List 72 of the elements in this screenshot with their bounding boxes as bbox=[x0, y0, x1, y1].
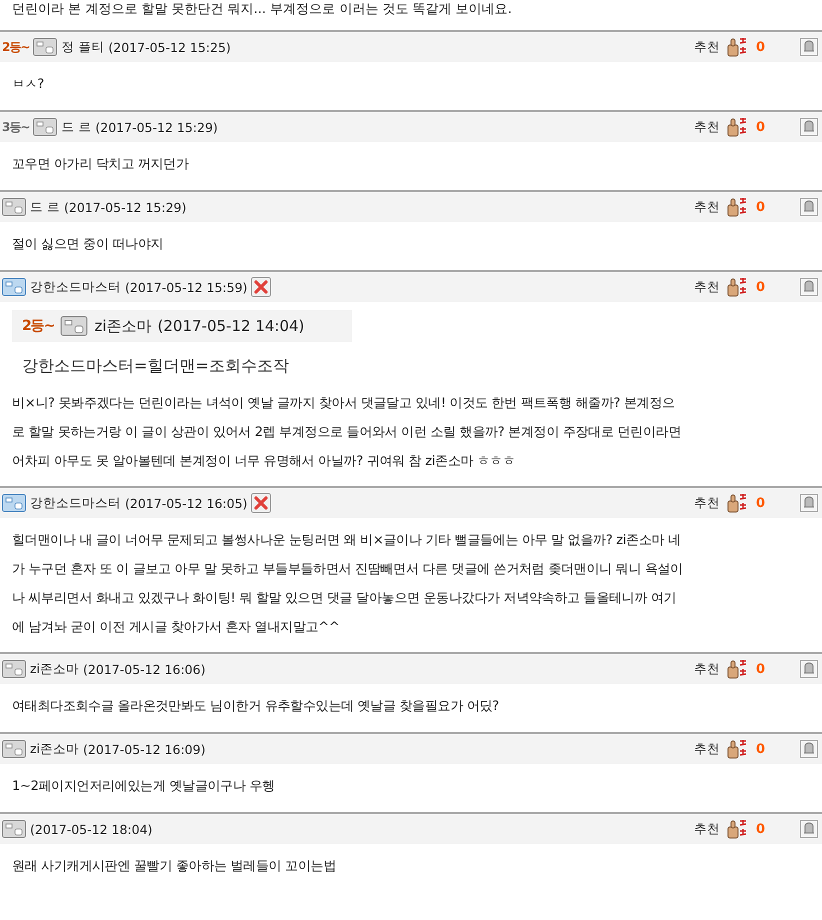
author-name[interactable]: 드 르 bbox=[30, 198, 60, 216]
author-name[interactable]: 강한소드마스터 bbox=[30, 278, 121, 296]
comment-text: 여태최다조회수글 올라온것만봐도 님이한거 유추할수있는데 옛날글 찾을필요가 어딨? bbox=[12, 698, 500, 716]
thumbs-up-icon[interactable] bbox=[726, 739, 748, 759]
author-name[interactable]: 강한소드마스터 bbox=[30, 494, 121, 512]
comment-text: 어차피 아무도 못 알아볼텐데 본계정이 너무 유명해서 아닐까? 귀여워 참 zi존소마 ㅎㅎㅎ bbox=[12, 453, 516, 471]
report-icon[interactable] bbox=[800, 118, 818, 136]
comment-date: (2017-05-12 15:29) bbox=[95, 120, 218, 134]
report-icon[interactable] bbox=[800, 660, 818, 678]
thumbs-up-icon[interactable] bbox=[726, 117, 748, 137]
recommend-label: 추천 bbox=[694, 38, 720, 56]
comment-text: 꼬우면 아가리 닥치고 꺼지던가 bbox=[12, 156, 190, 174]
author-name[interactable]: 정 플티 bbox=[61, 38, 104, 56]
rank-label: 2등~ bbox=[2, 38, 30, 56]
comment-text: 에 남겨놔 굳이 이전 게시글 찾아가서 혼자 열내지말고^^ bbox=[12, 619, 340, 637]
recommend-label: 추천 bbox=[694, 118, 720, 136]
comment-text: 1~2페이지언저리에있는게 옛날글이구나 우헹 bbox=[12, 778, 276, 796]
recommend-count: 0 bbox=[755, 200, 766, 214]
report-icon[interactable] bbox=[800, 494, 818, 512]
recommend-count: 0 bbox=[755, 40, 766, 54]
recommend-count: 0 bbox=[755, 280, 766, 294]
recommend-label: 추천 bbox=[694, 278, 720, 296]
level-icon bbox=[33, 118, 58, 136]
comment-date: (2017-05-12 14:04) bbox=[158, 317, 304, 335]
thumbs-up-icon[interactable] bbox=[726, 493, 748, 513]
comment-date: (2017-05-12 16:05) bbox=[125, 496, 248, 510]
comment-text: 로 할말 못하는거랑 이 글이 상관이 있어서 2렙 부계정으로 들어와서 이런 소릴 했을까? 본계정이 주장대로 던린이라면 bbox=[12, 424, 682, 442]
thumbs-up-icon[interactable] bbox=[726, 659, 748, 679]
comment-date: (2017-05-12 16:09) bbox=[83, 742, 206, 756]
recommend-label: 추천 bbox=[694, 494, 720, 512]
delete-icon[interactable] bbox=[251, 277, 272, 297]
report-icon[interactable] bbox=[800, 278, 818, 296]
recommend-label: 추천 bbox=[694, 660, 720, 678]
level-icon bbox=[33, 38, 58, 56]
delete-icon[interactable] bbox=[251, 493, 272, 513]
author-name[interactable]: zi존소마 bbox=[30, 660, 80, 678]
report-icon[interactable] bbox=[800, 198, 818, 216]
author-name[interactable]: zi존소마 bbox=[94, 316, 152, 336]
report-icon[interactable] bbox=[800, 820, 818, 838]
comment-text: 힐더맨이나 내 글이 너어무 문제되고 볼썽사나운 눈팅러면 왜 비×글이나 기타 뻘글들에는 아무 말 없을까? zi존소마 네 bbox=[12, 532, 682, 550]
comment-text: 가 누구던 혼자 또 이 글보고 아무 말 못하고 부들부들하면서 진땀빼면서 다른 댓글에 쓴거처럼 좆더맨이니 뭐니 욕설이 bbox=[12, 561, 684, 579]
level-icon bbox=[60, 316, 88, 336]
recommend-count: 0 bbox=[755, 662, 766, 676]
comment-date: (2017-05-12 16:06) bbox=[83, 662, 206, 676]
comment-date: (2017-05-12 15:25) bbox=[108, 40, 231, 54]
thumbs-up-icon[interactable] bbox=[726, 37, 748, 57]
report-icon[interactable] bbox=[800, 38, 818, 56]
recommend-count: 0 bbox=[755, 496, 766, 510]
recommend-label: 추천 bbox=[694, 198, 720, 216]
thumbs-up-icon[interactable] bbox=[726, 819, 748, 839]
recommend-count: 0 bbox=[755, 822, 766, 836]
recommend-label: 추천 bbox=[694, 740, 720, 758]
author-name[interactable]: 드 르 bbox=[61, 118, 92, 136]
report-icon[interactable] bbox=[800, 740, 818, 758]
comment-date: (2017-05-12 18:04) bbox=[30, 822, 152, 836]
recommend-count: 0 bbox=[755, 742, 766, 756]
rank-label: 3등~ bbox=[2, 118, 30, 136]
comment-text: ㅂㅅ? bbox=[12, 76, 45, 94]
rank-label: 2등~ bbox=[22, 317, 54, 335]
comment-text: 던린이라 본 계정으로 할말 못한단건 뭐지... 부계정으로 이러는 것도 똑같게 보이네요. bbox=[11, 1, 513, 19]
comment-text: 비×니? 못봐주겠다는 던린이라는 녀석이 옛날 글까지 찾아서 댓글달고 있네! 이것도 한번 팩트폭행 해줄까? 본계정으 bbox=[12, 395, 676, 413]
comment-text: 원래 사기캐게시판엔 꿀빨기 좋아하는 벌레들이 꼬이는법 bbox=[12, 858, 337, 876]
quoted-text: 강한소드마스터=힐더맨=조회수조작 bbox=[21, 355, 290, 377]
comment-text: 나 씨부리면서 화내고 있겠구나 화이팅! 뭐 할말 있으면 댓글 달아놓으면 운동나갔다가 저녁약속하고 들올테니까 여기 bbox=[12, 590, 678, 608]
author-name[interactable]: zi존소마 bbox=[30, 740, 80, 758]
comment-text: 절이 싫으면 중이 떠나야지 bbox=[12, 236, 164, 254]
recommend-count: 0 bbox=[755, 120, 766, 134]
comment-date: (2017-05-12 15:29) bbox=[64, 200, 186, 214]
recommend-label: 추천 bbox=[694, 820, 720, 838]
comment-date: (2017-05-12 15:59) bbox=[125, 280, 248, 294]
thumbs-up-icon[interactable] bbox=[726, 197, 748, 217]
thumbs-up-icon[interactable] bbox=[726, 277, 748, 297]
